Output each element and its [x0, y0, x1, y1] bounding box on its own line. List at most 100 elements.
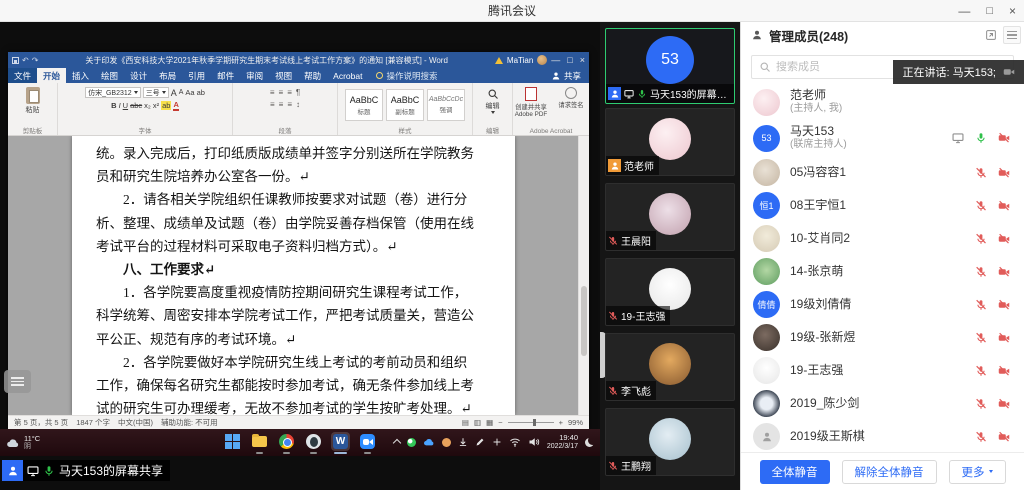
- request-signature-button[interactable]: 请求签名: [554, 87, 588, 118]
- word-minimize-button[interactable]: —: [551, 55, 560, 65]
- paste-button[interactable]: 粘贴: [26, 85, 40, 115]
- tray-orange-icon[interactable]: [442, 438, 451, 447]
- camera-off-icon[interactable]: [998, 233, 1010, 245]
- highlight-button[interactable]: ab: [161, 101, 171, 110]
- clear-format-button[interactable]: ab: [197, 88, 205, 97]
- read-mode-icon[interactable]: ▤: [462, 418, 469, 427]
- camera-off-icon[interactable]: [998, 431, 1010, 443]
- font-size-select[interactable]: 三号: [143, 87, 169, 98]
- document-scrollbar[interactable]: [578, 136, 589, 415]
- app-circle-icon[interactable]: [304, 432, 323, 451]
- tab-home[interactable]: 开始: [37, 68, 66, 83]
- shared-screen-view[interactable]: ↶ ↷ 关于印发《西安科技大学2021年秋季学期研究生期末考试线上考试工作方案》…: [0, 22, 600, 490]
- word-share-button[interactable]: 共享: [543, 68, 589, 83]
- member-row[interactable]: 53 马天153 (联席主持人): [741, 120, 1024, 156]
- bullets-button[interactable]: ≡: [270, 88, 275, 97]
- member-row[interactable]: 2019级王斯棋: [741, 420, 1024, 452]
- camera-off-icon[interactable]: [998, 299, 1010, 311]
- mic-off-icon[interactable]: [975, 266, 987, 278]
- font-name-select[interactable]: 仿宋_GB2312: [85, 87, 141, 98]
- file-explorer-icon[interactable]: [250, 432, 269, 451]
- zoom-in-button[interactable]: +: [559, 418, 563, 427]
- video-tile[interactable]: 19-王志强: [605, 258, 735, 326]
- zoom-level[interactable]: 99%: [568, 418, 583, 427]
- camera-off-icon[interactable]: [998, 365, 1010, 377]
- camera-off-icon[interactable]: [998, 266, 1010, 278]
- chrome-icon[interactable]: [277, 432, 296, 451]
- mic-off-icon[interactable]: [975, 365, 987, 377]
- undo-icon[interactable]: ↶: [22, 56, 29, 65]
- mic-off-icon[interactable]: [975, 299, 987, 311]
- tab-layout[interactable]: 布局: [153, 68, 182, 83]
- tell-me-search[interactable]: 操作说明搜索: [368, 68, 445, 83]
- wifi-icon[interactable]: [509, 436, 521, 448]
- tab-acrobat[interactable]: Acrobat: [327, 68, 368, 83]
- member-row[interactable]: 19-王志强: [741, 354, 1024, 387]
- create-share-pdf-button[interactable]: 创建并共享 Adobe PDF: [514, 87, 548, 118]
- screen-share-icon[interactable]: [952, 132, 964, 144]
- mic-off-icon[interactable]: [975, 431, 987, 443]
- paragraph-marks-button[interactable]: ¶: [296, 88, 300, 97]
- minimize-button[interactable]: —: [958, 0, 970, 22]
- tab-file[interactable]: 文件: [8, 68, 37, 83]
- shrink-font-button[interactable]: A: [179, 89, 184, 96]
- video-tile-sharer[interactable]: 53 马天153的屏幕共...: [605, 28, 735, 104]
- word-taskbar-icon[interactable]: W: [331, 432, 350, 451]
- style-emphasis[interactable]: AaBbCcDc 强调: [427, 89, 465, 121]
- camera-off-icon[interactable]: [998, 200, 1010, 212]
- word-close-button[interactable]: ×: [580, 55, 585, 65]
- web-layout-icon[interactable]: ▦: [486, 418, 493, 427]
- align-center-button[interactable]: ≡: [279, 100, 284, 109]
- word-restore-button[interactable]: □: [567, 55, 572, 65]
- meeting-float-toolbar-handle[interactable]: [4, 370, 31, 393]
- mic-on-icon[interactable]: [975, 132, 987, 144]
- panel-menu-icon[interactable]: [1003, 26, 1021, 44]
- mute-all-button[interactable]: 全体静音: [760, 460, 830, 484]
- mic-off-icon[interactable]: [975, 200, 987, 212]
- tab-review[interactable]: 审阅: [240, 68, 269, 83]
- editing-button[interactable]: 编辑: [486, 88, 500, 114]
- word-document-area[interactable]: 统。录入完成后，打印纸质版成绩单并签字分别送所在学院教务 员和研究生院培养办公室…: [8, 136, 589, 415]
- member-row[interactable]: 倩倩 19级刘倩倩: [741, 288, 1024, 321]
- video-tile[interactable]: 范老师: [605, 108, 735, 176]
- video-tile[interactable]: 李飞彪: [605, 333, 735, 401]
- redo-icon[interactable]: ↷: [32, 56, 39, 65]
- zoom-slider[interactable]: [508, 422, 554, 423]
- download-icon[interactable]: [458, 437, 468, 447]
- language-indicator[interactable]: 中文(中国): [118, 417, 153, 428]
- video-tile[interactable]: 王晨阳: [605, 183, 735, 251]
- tray-expand-icon[interactable]: [393, 439, 401, 447]
- tray-green-icon[interactable]: [407, 438, 416, 447]
- taskbar-weather-widget[interactable]: 11°C 阴: [6, 435, 40, 451]
- tab-mailings[interactable]: 邮件: [211, 68, 240, 83]
- mic-off-icon[interactable]: [975, 332, 987, 344]
- video-tile[interactable]: 王鹏翔: [605, 408, 735, 476]
- strikethrough-button[interactable]: abc: [130, 101, 142, 110]
- volume-icon[interactable]: [528, 436, 540, 448]
- night-mode-icon[interactable]: [585, 438, 594, 447]
- document-page[interactable]: 统。录入完成后，打印纸质版成绩单并签字分别送所在学院教务 员和研究生院培养办公室…: [72, 136, 515, 415]
- close-button[interactable]: ×: [1009, 0, 1016, 22]
- save-icon[interactable]: [12, 57, 19, 64]
- tab-design[interactable]: 设计: [124, 68, 153, 83]
- start-button[interactable]: [223, 432, 242, 451]
- tencent-meeting-taskbar-icon[interactable]: [358, 432, 377, 451]
- word-account-name[interactable]: MaTian: [507, 56, 533, 65]
- mic-off-icon[interactable]: [975, 398, 987, 410]
- tab-references[interactable]: 引用: [182, 68, 211, 83]
- word-count[interactable]: 1847 个字: [76, 417, 110, 428]
- line-spacing-button[interactable]: ↕: [296, 100, 300, 109]
- change-case-button[interactable]: Aa: [185, 88, 194, 97]
- subscript-button[interactable]: x₂: [144, 101, 151, 110]
- align-left-button[interactable]: ≡: [270, 100, 275, 109]
- plus-icon[interactable]: [492, 437, 502, 447]
- accessibility-status[interactable]: 辅助功能: 不可用: [161, 417, 218, 428]
- tab-view[interactable]: 视图: [269, 68, 298, 83]
- member-row[interactable]: 10-艾肖同2: [741, 222, 1024, 255]
- italic-button[interactable]: I: [119, 101, 121, 110]
- font-color-button[interactable]: A: [173, 100, 178, 111]
- more-button[interactable]: 更多: [949, 460, 1006, 484]
- mic-off-icon[interactable]: [975, 167, 987, 179]
- taskbar-clock[interactable]: 19:40 2022/3/17: [547, 434, 578, 451]
- camera-off-icon[interactable]: [998, 167, 1010, 179]
